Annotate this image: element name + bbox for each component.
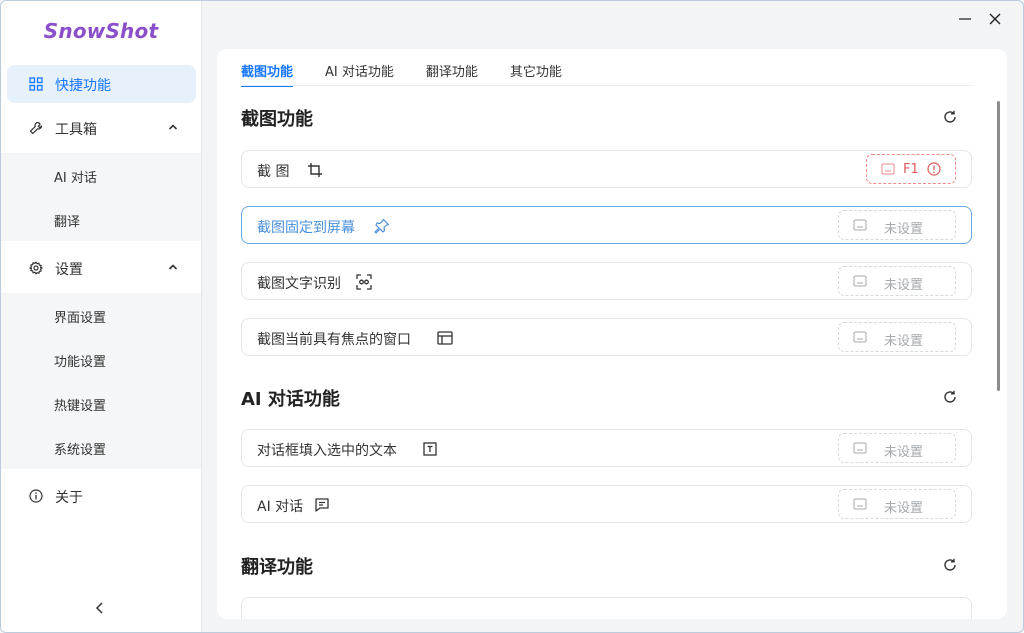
- sidebar-item-about[interactable]: 关于: [7, 477, 196, 515]
- reset-icon[interactable]: [942, 557, 958, 573]
- chevron-up-icon[interactable]: [168, 262, 178, 272]
- tab-other[interactable]: 其它功能: [510, 61, 562, 85]
- sidebar-item-ai-chat[interactable]: AI 对话: [1, 153, 201, 197]
- toolbox-submenu: AI 对话 翻译: [1, 153, 201, 241]
- sidebar-item-label: 关于: [55, 490, 83, 506]
- tab-translate[interactable]: 翻译功能: [426, 61, 478, 85]
- section-title-ai-chat: AI 对话功能: [241, 389, 340, 410]
- tab-ai-chat[interactable]: AI 对话功能: [325, 61, 394, 85]
- main-panel: 截图功能 AI 对话功能 翻译功能 其它功能 截图功能 截 图 F1 截图固定到…: [217, 49, 1007, 619]
- scrollbar-thumb[interactable]: [997, 101, 1000, 391]
- sidebar-item-function-settings[interactable]: 功能设置: [1, 337, 201, 381]
- tab-screenshot[interactable]: 截图功能: [241, 61, 294, 87]
- section-title-translate: 翻译功能: [241, 557, 313, 578]
- info-icon: [29, 489, 43, 503]
- sidebar-item-ui-settings[interactable]: 界面设置: [1, 293, 201, 337]
- shortcut-row-partial[interactable]: [241, 597, 972, 619]
- row-label: 截图当前具有焦点的窗口: [257, 332, 411, 348]
- app-logo: SnowShot: [43, 19, 159, 43]
- shortcut-row-ai-chat[interactable]: AI 对话 未设置: [241, 485, 972, 523]
- ocr-icon: [356, 274, 372, 290]
- keyboard-icon: [853, 498, 867, 510]
- warning-icon: [927, 162, 941, 176]
- tab-divider: [241, 85, 973, 86]
- hotkey-value: F1: [903, 162, 919, 177]
- keyboard-icon: [881, 163, 895, 175]
- chat-icon: [315, 498, 329, 512]
- keyboard-icon: [853, 219, 867, 231]
- sidebar-item-label: 快捷功能: [55, 78, 111, 94]
- text-select-icon: [423, 442, 437, 456]
- row-label: 对话框填入选中的文本: [257, 443, 397, 459]
- sidebar-item-system-settings[interactable]: 系统设置: [1, 425, 201, 469]
- reset-icon[interactable]: [942, 109, 958, 125]
- shortcut-row-ocr[interactable]: 截图文字识别 未设置: [241, 262, 972, 300]
- hotkey-field[interactable]: 未设置: [838, 210, 956, 240]
- hotkey-field[interactable]: F1: [866, 154, 956, 184]
- sidebar-item-hotkey-settings[interactable]: 热键设置: [1, 381, 201, 425]
- hotkey-value: 未设置: [884, 445, 924, 460]
- shortcut-row-screenshot[interactable]: 截 图 F1: [241, 150, 972, 188]
- sidebar-item-label: 设置: [55, 262, 83, 278]
- row-label: 截 图: [257, 164, 290, 180]
- hotkey-value: 未设置: [884, 222, 924, 237]
- close-icon[interactable]: [985, 9, 1005, 29]
- tab-bar: 截图功能 AI 对话功能 翻译功能 其它功能: [241, 61, 594, 87]
- grid-icon: [29, 77, 43, 91]
- hotkey-value: 未设置: [884, 278, 924, 293]
- sidebar-item-translate[interactable]: 翻译: [1, 197, 201, 241]
- window-icon: [437, 331, 453, 345]
- minimize-icon[interactable]: [955, 9, 975, 29]
- chevron-up-icon[interactable]: [168, 122, 178, 132]
- gear-icon: [29, 261, 43, 275]
- wrench-icon: [29, 121, 43, 135]
- sidebar-item-settings[interactable]: 设置: [7, 249, 196, 287]
- sidebar: SnowShot 快捷功能 工具箱 AI 对话 翻译 设置 界面设置 功能设置 …: [1, 1, 202, 632]
- sidebar-item-shortcuts[interactable]: 快捷功能: [7, 65, 196, 103]
- shortcut-row-fill-selected-text[interactable]: 对话框填入选中的文本 未设置: [241, 429, 972, 467]
- keyboard-icon: [853, 331, 867, 343]
- pin-icon: [374, 218, 390, 234]
- row-label: 截图固定到屏幕: [257, 220, 355, 236]
- hotkey-value: 未设置: [884, 501, 924, 516]
- hotkey-field[interactable]: 未设置: [838, 322, 956, 352]
- shortcut-row-focused-window[interactable]: 截图当前具有焦点的窗口 未设置: [241, 318, 972, 356]
- keyboard-icon: [853, 275, 867, 287]
- section-title-screenshot: 截图功能: [241, 109, 313, 130]
- hotkey-field[interactable]: 未设置: [838, 433, 956, 463]
- hotkey-field[interactable]: 未设置: [838, 489, 956, 519]
- sidebar-item-toolbox[interactable]: 工具箱: [7, 109, 196, 147]
- crop-icon: [308, 163, 322, 177]
- app-window: SnowShot 快捷功能 工具箱 AI 对话 翻译 设置 界面设置 功能设置 …: [0, 0, 1024, 633]
- hotkey-field[interactable]: 未设置: [838, 266, 956, 296]
- shortcut-row-pin-to-screen[interactable]: 截图固定到屏幕 未设置: [241, 206, 972, 244]
- row-label: AI 对话: [257, 499, 304, 515]
- collapse-sidebar-icon[interactable]: [93, 601, 107, 615]
- settings-submenu: 界面设置 功能设置 热键设置 系统设置: [1, 293, 201, 469]
- reset-icon[interactable]: [942, 389, 958, 405]
- sidebar-item-label: 工具箱: [55, 122, 97, 138]
- hotkey-value: 未设置: [884, 334, 924, 349]
- row-label: 截图文字识别: [257, 276, 341, 292]
- keyboard-icon: [853, 442, 867, 454]
